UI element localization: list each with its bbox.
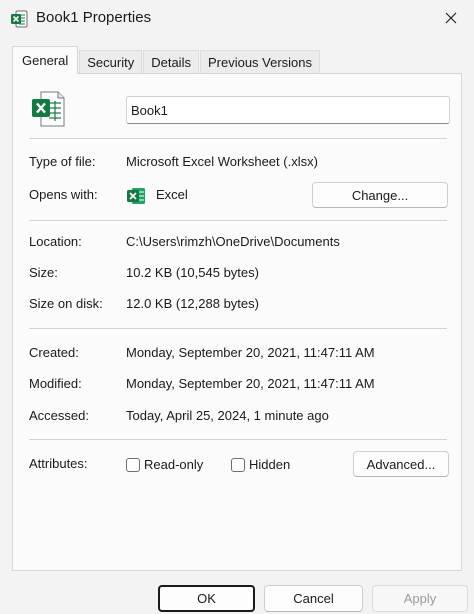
general-panel: Type of file: Microsoft Excel Worksheet … (12, 73, 462, 571)
location-value: C:\Users\rimzh\OneDrive\Documents (126, 234, 340, 249)
hidden-checkbox-box[interactable] (231, 457, 245, 472)
modified-label: Modified: (29, 376, 82, 391)
cancel-button[interactable]: Cancel (264, 585, 363, 612)
excel-app-icon (126, 186, 146, 206)
type-of-file-label: Type of file: (29, 154, 96, 169)
type-of-file-value: Microsoft Excel Worksheet (.xlsx) (126, 154, 318, 169)
dialog-footer: OK Cancel Apply (0, 571, 474, 614)
read-only-checkbox[interactable]: Read-only (126, 457, 203, 472)
size-label: Size: (29, 265, 58, 280)
accessed-label: Accessed: (29, 408, 89, 423)
modified-value: Monday, September 20, 2021, 11:47:11 AM (126, 376, 375, 391)
file-name-field[interactable] (126, 96, 450, 124)
divider (29, 328, 447, 329)
ok-button[interactable]: OK (158, 585, 255, 612)
created-label: Created: (29, 345, 79, 360)
hidden-label: Hidden (249, 457, 291, 472)
tab-previous-versions[interactable]: Previous Versions (199, 50, 321, 74)
attributes-label: Attributes: (29, 456, 88, 471)
apply-button[interactable]: Apply (372, 585, 468, 612)
window-title: Book1 Properties (36, 9, 152, 26)
excel-file-icon (30, 90, 66, 128)
title-bar: Book1 Properties (0, 0, 474, 38)
divider (29, 439, 447, 440)
size-on-disk-value: 12.0 KB (12,288 bytes) (126, 296, 259, 311)
tab-security[interactable]: Security (79, 50, 143, 74)
opens-with-value: Excel (156, 187, 188, 202)
opens-with-label: Opens with: (29, 187, 98, 202)
size-value: 10.2 KB (10,545 bytes) (126, 265, 259, 280)
accessed-value: Today, April 25, 2024, 1 minute ago (126, 408, 329, 423)
size-on-disk-label: Size on disk: (29, 296, 103, 311)
close-icon (445, 12, 457, 27)
close-button[interactable] (428, 0, 474, 38)
excel-icon (10, 10, 28, 28)
read-only-checkbox-box[interactable] (126, 457, 140, 472)
divider (29, 220, 447, 221)
advanced-button[interactable]: Advanced... (353, 451, 449, 477)
created-value: Monday, September 20, 2021, 11:47:11 AM (126, 345, 375, 360)
hidden-checkbox[interactable]: Hidden (231, 457, 290, 472)
change-button[interactable]: Change... (312, 182, 448, 208)
tab-general[interactable]: General (12, 46, 79, 74)
divider (29, 138, 447, 139)
tab-strip: General Security Details Previous Versio… (12, 46, 321, 74)
tab-details[interactable]: Details (143, 50, 199, 74)
location-label: Location: (29, 234, 82, 249)
read-only-label: Read-only (144, 457, 204, 472)
